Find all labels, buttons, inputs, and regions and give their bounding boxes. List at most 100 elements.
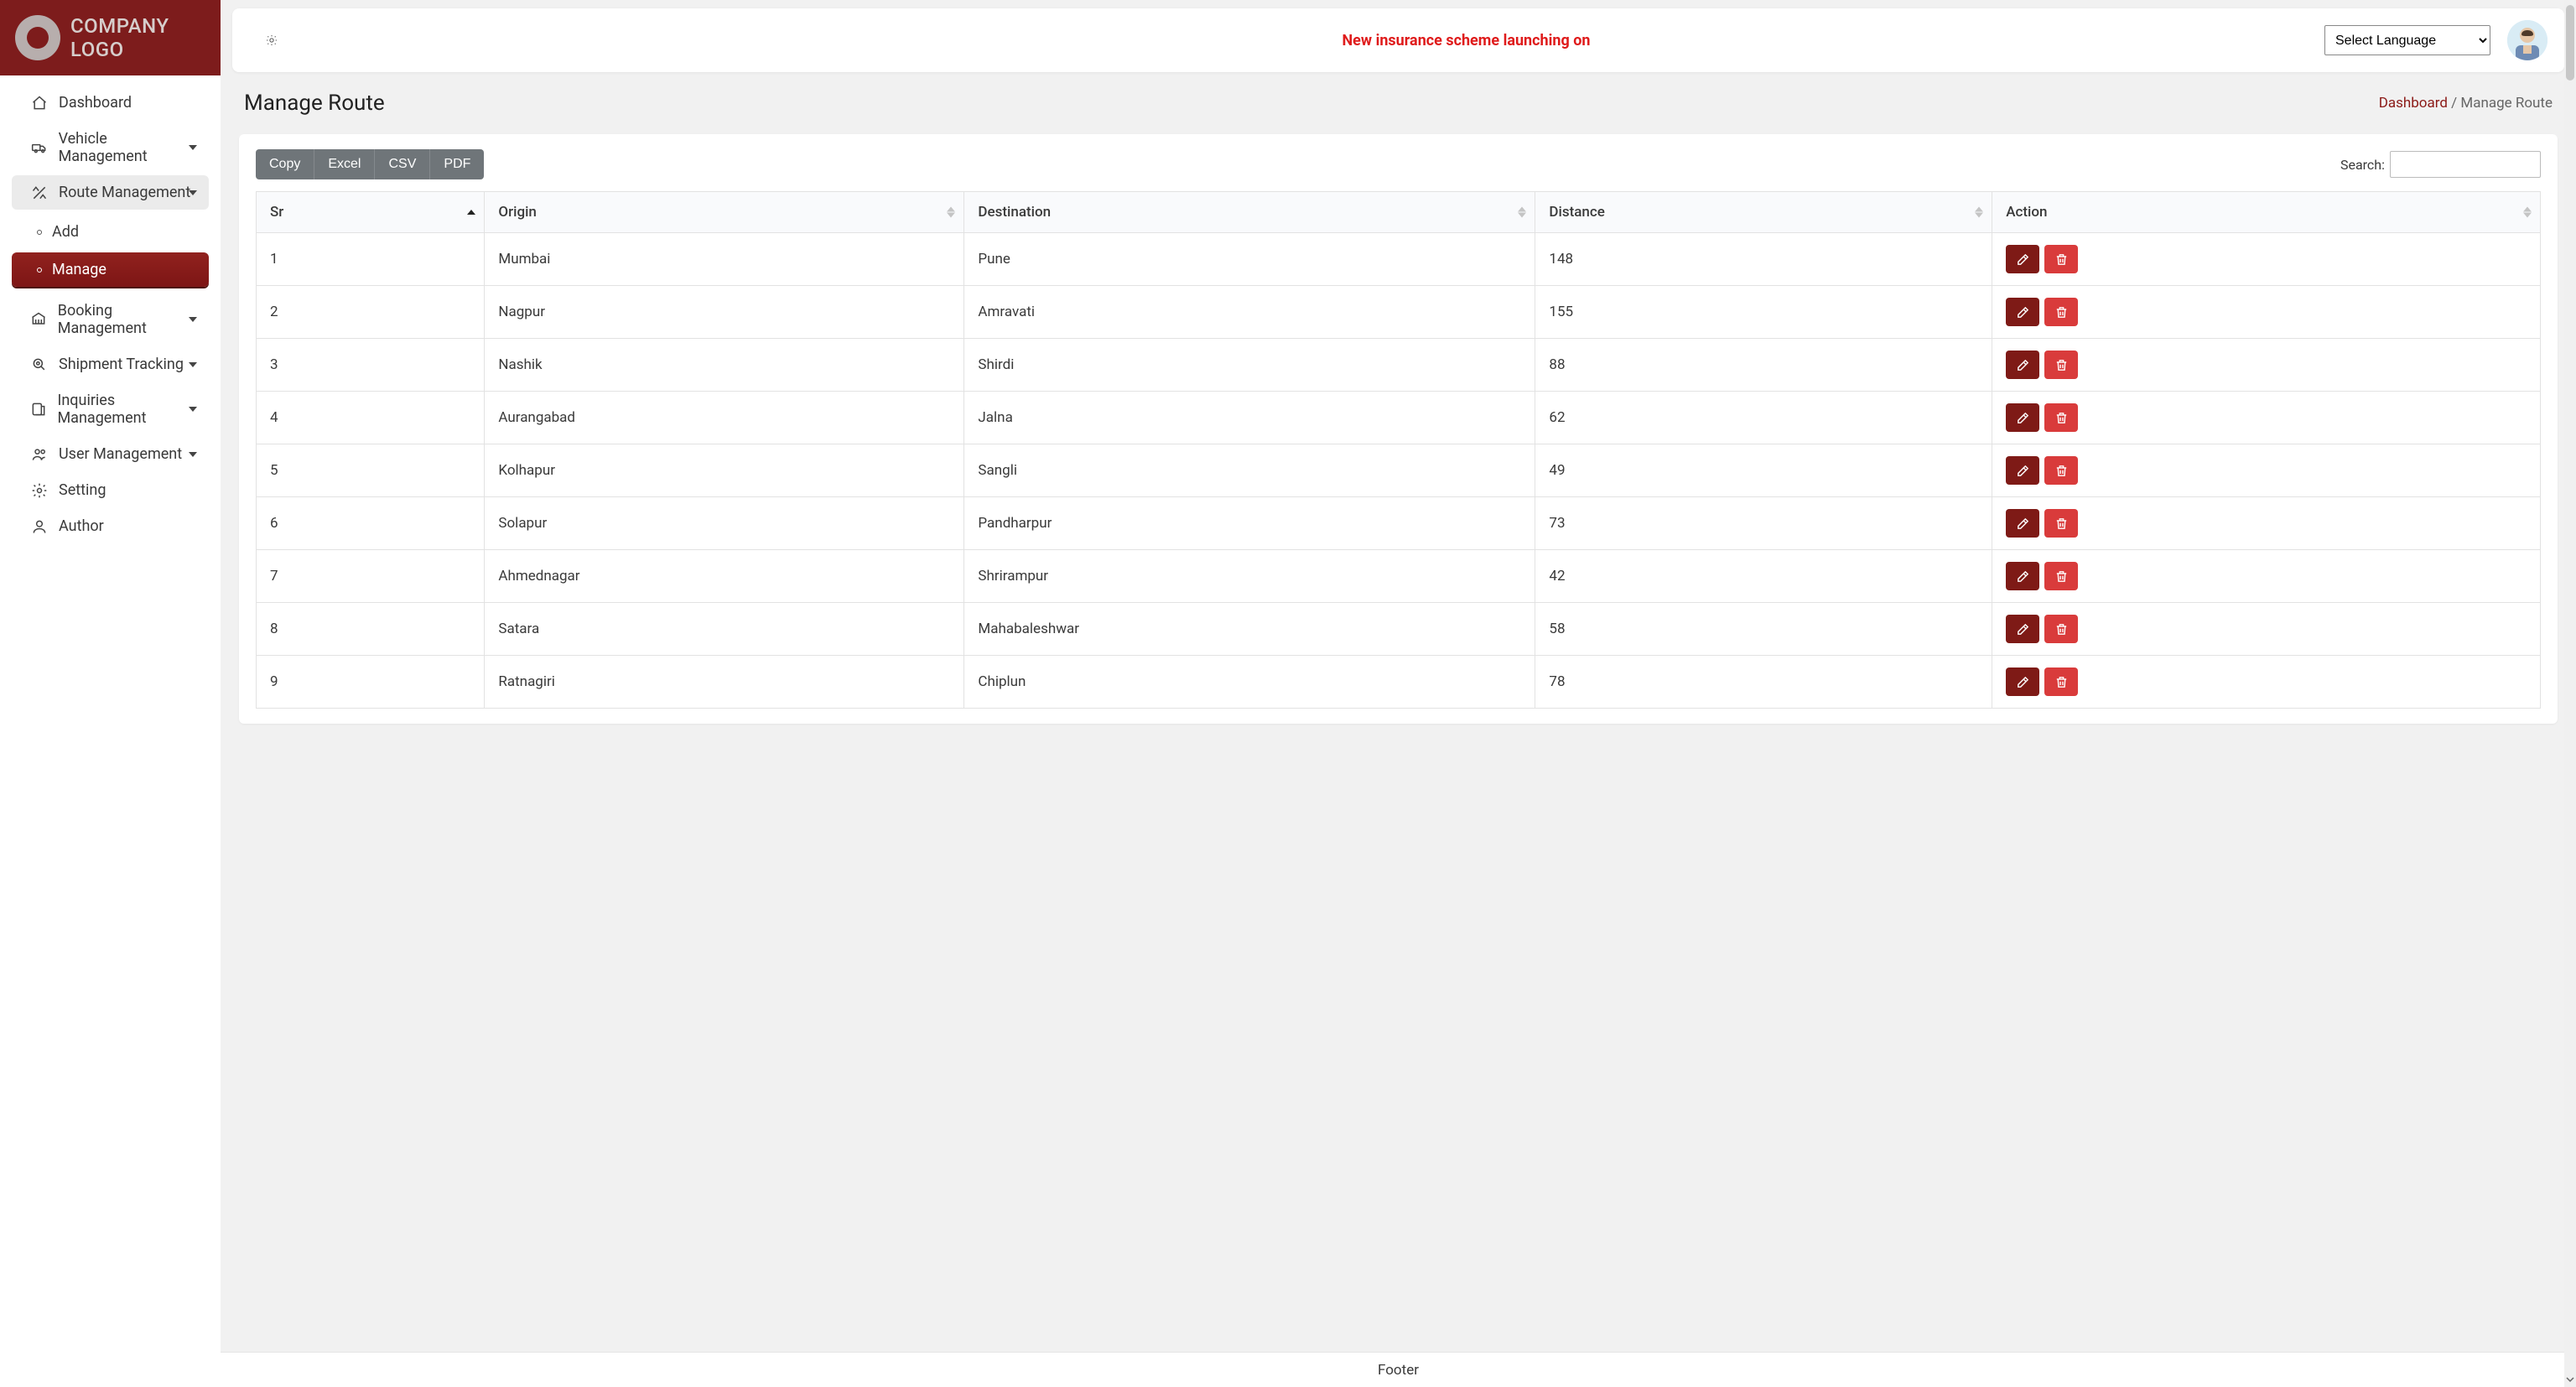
nav-label: Shipment Tracking [59,356,184,373]
delete-button[interactable] [2044,456,2078,485]
page-header: Manage Route Dashboard / Manage Route [221,75,2576,122]
col-label: Action [2006,204,2047,221]
avatar[interactable] [2507,20,2547,60]
cell-action [1992,550,2541,603]
nav-route-manage[interactable]: Manage [12,252,209,287]
cell-sr: 2 [257,286,485,339]
home-icon [30,95,49,112]
cell-action [1992,233,2541,286]
nav-label: Author [59,517,104,535]
edit-button[interactable] [2006,351,2039,379]
nav-label: Booking Management [58,302,197,337]
bank-icon [30,311,48,328]
cell-origin: Aurangabad [485,392,964,444]
scrollbar-thumb[interactable] [2566,5,2574,81]
gear-icon [30,482,49,499]
breadcrumb: Dashboard / Manage Route [2379,95,2553,112]
cell-origin: Ahmednagar [485,550,964,603]
cell-action [1992,497,2541,550]
delete-button[interactable] [2044,615,2078,643]
brand-logo: COMPANY LOGO [0,0,221,75]
nav-setting[interactable]: Setting [12,473,209,507]
copy-button[interactable]: Copy [256,149,314,179]
cell-origin: Satara [485,603,964,656]
col-distance[interactable]: Distance [1535,192,1992,233]
cell-distance: 42 [1535,550,1992,603]
nav-booking[interactable]: Booking Management [12,294,209,345]
language-select[interactable]: Select Language [2324,25,2490,55]
search-label: Search: [2340,157,2385,173]
nav-route-add[interactable]: Add [12,215,209,249]
main: New insurance scheme launching on Select… [221,0,2576,1387]
delete-button[interactable] [2044,351,2078,379]
cell-origin: Solapur [485,497,964,550]
brand-logo-text: COMPANY LOGO [70,14,169,61]
cell-distance: 73 [1535,497,1992,550]
edit-button[interactable] [2006,562,2039,590]
cell-destination: Sangli [964,444,1535,497]
cell-sr: 5 [257,444,485,497]
delete-button[interactable] [2044,245,2078,273]
cell-origin: Kolhapur [485,444,964,497]
scrollbar-vertical[interactable] [2564,0,2576,1387]
nav-inquiries[interactable]: Inquiries Management [12,383,209,435]
edit-button[interactable] [2006,456,2039,485]
nav-shipment[interactable]: Shipment Tracking [12,347,209,382]
delete-button[interactable] [2044,509,2078,538]
col-origin[interactable]: Origin [485,192,964,233]
cell-sr: 4 [257,392,485,444]
excel-button[interactable]: Excel [314,149,374,179]
cell-distance: 148 [1535,233,1992,286]
delete-button[interactable] [2044,562,2078,590]
edit-button[interactable] [2006,245,2039,273]
edit-button[interactable] [2006,403,2039,432]
delete-button[interactable] [2044,298,2078,326]
csv-button[interactable]: CSV [374,149,429,179]
delete-button[interactable] [2044,403,2078,432]
sort-icon [1975,207,1983,218]
nav-user[interactable]: User Management [12,437,209,471]
cell-sr: 6 [257,497,485,550]
nav-dashboard[interactable]: Dashboard [12,86,209,120]
cell-distance: 62 [1535,392,1992,444]
edit-button[interactable] [2006,509,2039,538]
scroll-down-icon[interactable] [2564,1374,2576,1385]
col-sr[interactable]: Sr [257,192,485,233]
nav-label: Dashboard [59,94,132,112]
nav-label: User Management [59,445,182,463]
col-destination[interactable]: Destination [964,192,1535,233]
table-row: 7AhmednagarShrirampur42 [257,550,2541,603]
nav-label: Route Management [59,184,190,201]
edit-button[interactable] [2006,615,2039,643]
bullet-icon [37,230,42,235]
breadcrumb-root[interactable]: Dashboard [2379,95,2448,112]
cell-sr: 3 [257,339,485,392]
marquee: New insurance scheme launching on [296,30,2308,50]
delete-button[interactable] [2044,668,2078,696]
users-icon [30,446,49,463]
sidebar: COMPANY LOGO Dashboard Vehicle Managemen… [0,0,221,1387]
table-row: 4AurangabadJalna62 [257,392,2541,444]
table-row: 9RatnagiriChiplun78 [257,656,2541,709]
cell-destination: Shrirampur [964,550,1535,603]
nav-route-children: Add Manage [3,211,217,292]
edit-button[interactable] [2006,668,2039,696]
nav-label: Add [52,223,79,241]
pdf-button[interactable]: PDF [429,149,484,179]
cell-action [1992,603,2541,656]
edit-button[interactable] [2006,298,2039,326]
search-input[interactable] [2390,151,2541,178]
col-label: Distance [1549,204,1604,221]
nav-author[interactable]: Author [12,509,209,543]
nav-route[interactable]: Route Management [12,175,209,210]
theme-toggle-icon[interactable] [264,33,279,48]
table-row: 8SataraMahabaleshwar58 [257,603,2541,656]
nav-vehicle[interactable]: Vehicle Management [12,122,209,174]
col-label: Destination [978,204,1051,221]
routes-table: Sr Origin Destination Distance Action 1M… [256,191,2541,709]
cell-distance: 78 [1535,656,1992,709]
cell-action [1992,656,2541,709]
cell-sr: 7 [257,550,485,603]
col-action[interactable]: Action [1992,192,2541,233]
table-row: 6SolapurPandharpur73 [257,497,2541,550]
